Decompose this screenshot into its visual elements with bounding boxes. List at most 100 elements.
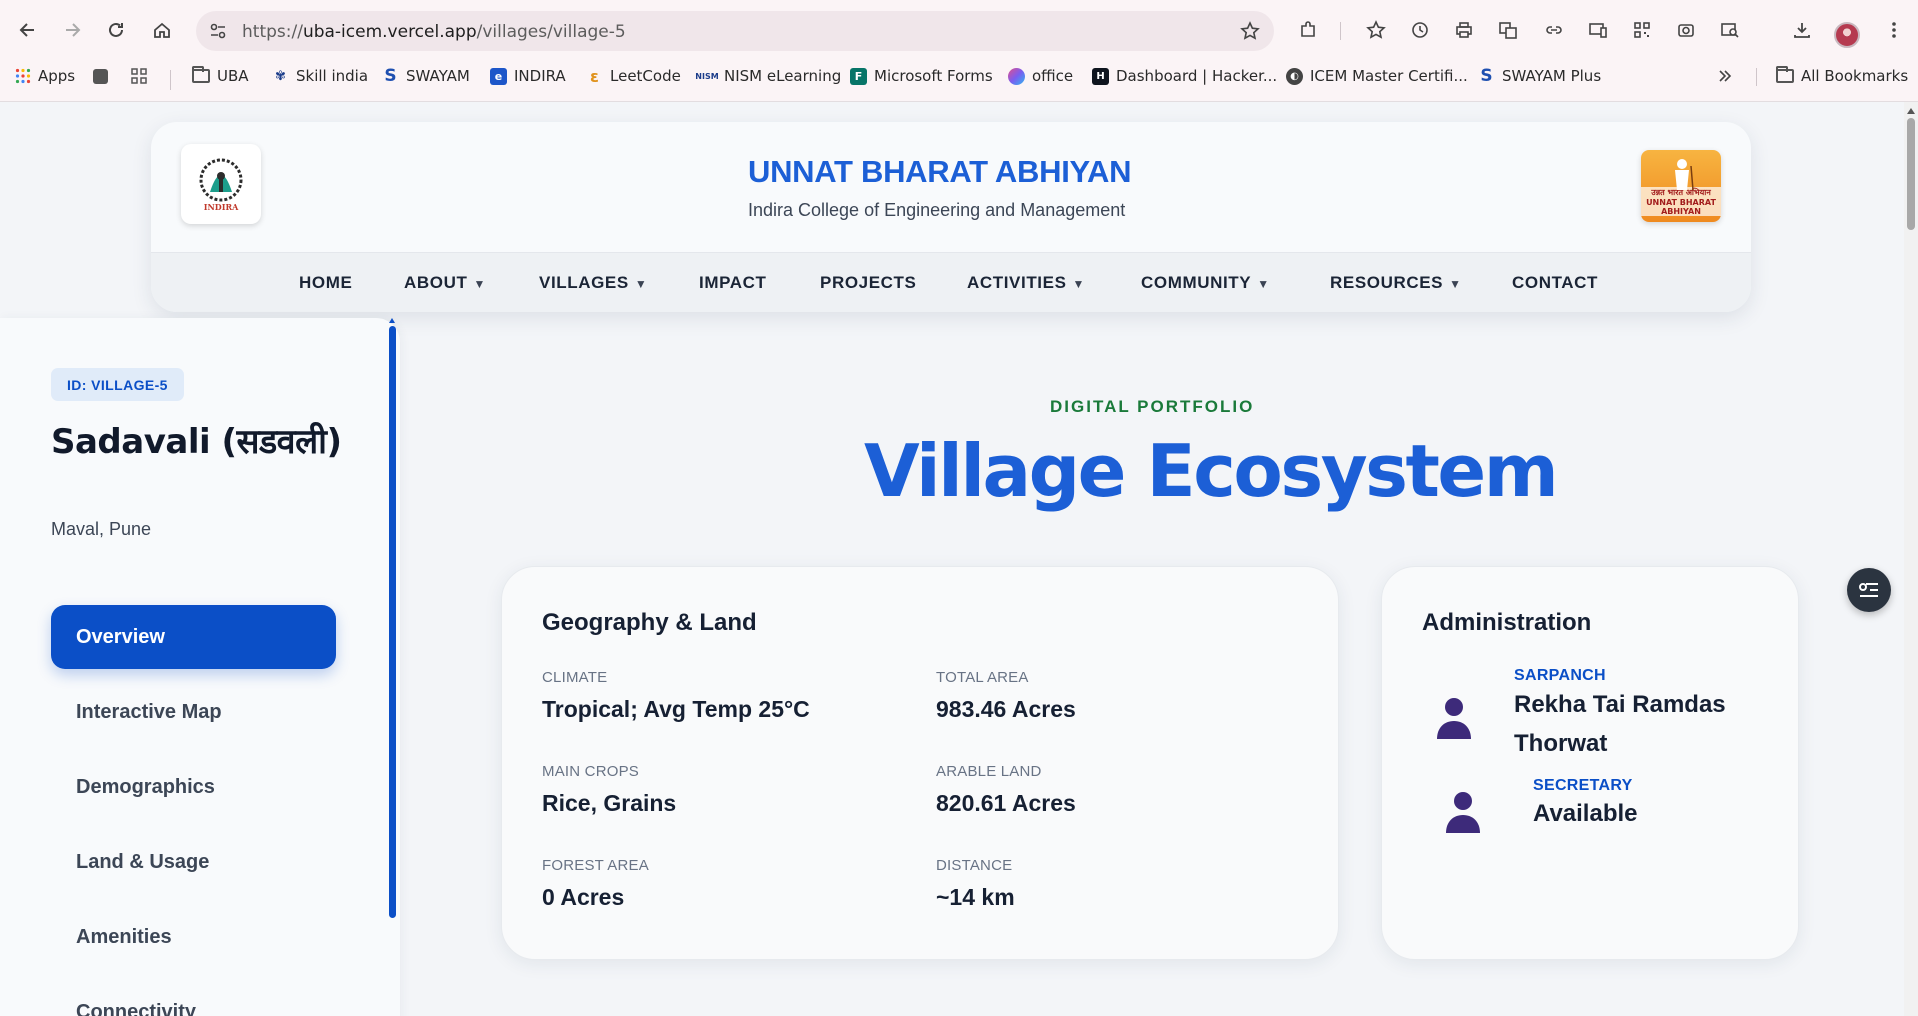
field-value: Rice, Grains bbox=[542, 790, 677, 816]
nav-villages[interactable]: VILLAGES ▼ bbox=[539, 273, 647, 293]
history-icon[interactable] bbox=[1404, 14, 1436, 46]
field-label: TOTAL AREA bbox=[936, 669, 1029, 686]
bookmark-apps[interactable]: Apps bbox=[14, 64, 75, 88]
nav-resources[interactable]: RESOURCES ▼ bbox=[1330, 273, 1462, 293]
office-icon bbox=[1008, 67, 1025, 85]
nav-home[interactable]: HOME bbox=[299, 273, 352, 293]
field-label: FOREST AREA bbox=[542, 857, 649, 874]
nav-impact[interactable]: IMPACT bbox=[699, 273, 767, 293]
bookmarks-divider bbox=[1756, 68, 1757, 86]
village-location: Maval, Pune bbox=[51, 519, 152, 539]
field-total-area: TOTAL AREA 983.46 Acres bbox=[936, 669, 1296, 723]
bookmark-icem[interactable]: ◐ ICEM Master Certifi... bbox=[1286, 64, 1468, 88]
bookmark-square[interactable] bbox=[93, 64, 108, 88]
sidebar-item-demographics[interactable]: Demographics bbox=[51, 755, 336, 819]
apps-grid-icon bbox=[14, 68, 31, 85]
caret-down-icon: ▼ bbox=[473, 277, 486, 291]
download-icon[interactable] bbox=[1786, 14, 1818, 46]
indira-logo[interactable]: INDIRA bbox=[181, 144, 261, 224]
scroll-thumb[interactable] bbox=[1907, 118, 1915, 230]
bookmark-skill-india[interactable]: ✾ Skill india bbox=[272, 64, 368, 88]
bookmark-label: UBA bbox=[217, 67, 249, 85]
profile-avatar[interactable] bbox=[1834, 22, 1860, 48]
folder-icon bbox=[192, 66, 210, 83]
bookmark-uba[interactable]: UBA bbox=[192, 64, 249, 88]
secretary-role: SECRETARY bbox=[1533, 777, 1633, 794]
bookmark-grid[interactable] bbox=[130, 64, 147, 88]
nav-activities[interactable]: ACTIVITIES ▼ bbox=[967, 273, 1085, 293]
caret-down-icon: ▼ bbox=[634, 277, 648, 291]
bookmarks-divider bbox=[170, 70, 171, 90]
field-forest-area: FOREST AREA 0 Acres bbox=[542, 857, 902, 911]
bookmark-hackerrank[interactable]: H Dashboard | Hacker... bbox=[1092, 64, 1277, 88]
site-subtitle: Indira College of Engineering and Manage… bbox=[748, 200, 1126, 220]
forms-icon: F bbox=[850, 67, 867, 85]
site-title[interactable]: UNNAT BHARAT ABHIYAN bbox=[748, 154, 1132, 190]
bookmark-label: SWAYAM bbox=[406, 67, 470, 85]
back-icon[interactable] bbox=[12, 14, 44, 46]
bookmark-label: NISM eLearning bbox=[724, 67, 842, 85]
leetcode-icon: ɛ bbox=[590, 66, 599, 86]
toolbar-divider bbox=[1340, 22, 1341, 40]
lens-search-icon[interactable] bbox=[1714, 14, 1746, 46]
nav-about[interactable]: ABOUT ▼ bbox=[404, 273, 486, 293]
secretary-name: Available bbox=[1533, 800, 1638, 827]
uba-logo[interactable]: उन्नत भारत अभियान UNNAT BHARAT ABHIYAN bbox=[1641, 150, 1721, 222]
qr-code-icon[interactable] bbox=[1626, 14, 1658, 46]
bookmark-swayam[interactable]: S SWAYAM bbox=[382, 64, 470, 88]
bookmark-label: SWAYAM Plus bbox=[1502, 67, 1602, 85]
devices-icon[interactable] bbox=[1582, 14, 1614, 46]
bookmark-label: LeetCode bbox=[610, 67, 681, 85]
sidebar-scrollbar[interactable] bbox=[389, 326, 396, 918]
translate-icon[interactable] bbox=[1492, 14, 1524, 46]
bookmark-label: Dashboard | Hacker... bbox=[1116, 67, 1278, 85]
sidebar-item-overview[interactable]: Overview bbox=[51, 605, 336, 669]
more-menu-icon[interactable] bbox=[1878, 14, 1910, 46]
reload-icon[interactable] bbox=[100, 14, 132, 46]
link-icon[interactable] bbox=[1538, 14, 1570, 46]
extensions-icon[interactable] bbox=[1292, 14, 1324, 46]
scroll-up-arrow-icon[interactable] bbox=[1907, 108, 1915, 114]
field-label: ARABLE LAND bbox=[936, 763, 1042, 780]
field-climate: CLIMATE Tropical; Avg Temp 25°C bbox=[542, 669, 902, 723]
bookmarks-overflow-icon[interactable] bbox=[1718, 64, 1732, 88]
screenshot-icon[interactable] bbox=[1670, 14, 1702, 46]
page-scrollbar[interactable] bbox=[1904, 102, 1918, 1016]
home-icon[interactable] bbox=[146, 14, 178, 46]
bookmark-all-bookmarks[interactable]: All Bookmarks bbox=[1776, 64, 1908, 88]
caret-down-icon: ▼ bbox=[1449, 277, 1462, 291]
field-value: 820.61 Acres bbox=[936, 790, 1076, 816]
favorites-icon[interactable] bbox=[1360, 14, 1392, 46]
caret-down-icon: ▼ bbox=[1257, 277, 1270, 291]
site-settings-icon[interactable] bbox=[206, 19, 230, 43]
bookmark-nism[interactable]: NISM NISM eLearning bbox=[695, 64, 842, 88]
sidebar-item-connectivity[interactable]: Connectivity bbox=[51, 980, 336, 1016]
address-bar[interactable]: https://uba-icem.vercel.app/villages/vil… bbox=[196, 11, 1274, 51]
print-icon[interactable] bbox=[1448, 14, 1480, 46]
hackerrank-icon: H bbox=[1092, 67, 1109, 85]
forward-icon[interactable] bbox=[56, 14, 88, 46]
floating-menu-button[interactable] bbox=[1847, 568, 1891, 612]
field-main-crops: MAIN CROPS Rice, Grains bbox=[542, 763, 902, 817]
bookmark-swayam-plus[interactable]: S SWAYAM Plus bbox=[1478, 64, 1601, 88]
tab-groups-icon bbox=[130, 68, 147, 85]
nav-projects[interactable]: PROJECTS bbox=[820, 273, 916, 293]
sidebar-item-land-usage[interactable]: Land & Usage bbox=[51, 830, 336, 894]
bookmark-office[interactable]: office bbox=[1008, 64, 1073, 88]
nav-contact[interactable]: CONTACT bbox=[1512, 273, 1598, 293]
bookmark-microsoft-forms[interactable]: F Microsoft Forms bbox=[850, 64, 993, 88]
sidebar-item-amenities[interactable]: Amenities bbox=[51, 905, 336, 969]
field-label: CLIMATE bbox=[542, 669, 608, 686]
bookmark-star-icon[interactable] bbox=[1238, 19, 1262, 43]
field-label: MAIN CROPS bbox=[542, 763, 640, 780]
bookmark-label: INDIRA bbox=[514, 67, 566, 85]
browser-chrome: https://uba-icem.vercel.app/villages/vil… bbox=[0, 0, 1918, 102]
geography-card: Geography & Land CLIMATE Tropical; Avg T… bbox=[501, 566, 1339, 960]
square-icon bbox=[93, 68, 108, 84]
bookmark-indira[interactable]: e INDIRA bbox=[490, 64, 566, 88]
sidebar-scroll-arrow[interactable] bbox=[389, 318, 395, 323]
bookmark-leetcode[interactable]: ɛ LeetCode bbox=[586, 64, 681, 88]
sidebar-item-interactive-map[interactable]: Interactive Map bbox=[51, 680, 336, 744]
nism-icon: NISM bbox=[695, 71, 719, 81]
nav-community[interactable]: COMMUNITY ▼ bbox=[1141, 273, 1270, 293]
